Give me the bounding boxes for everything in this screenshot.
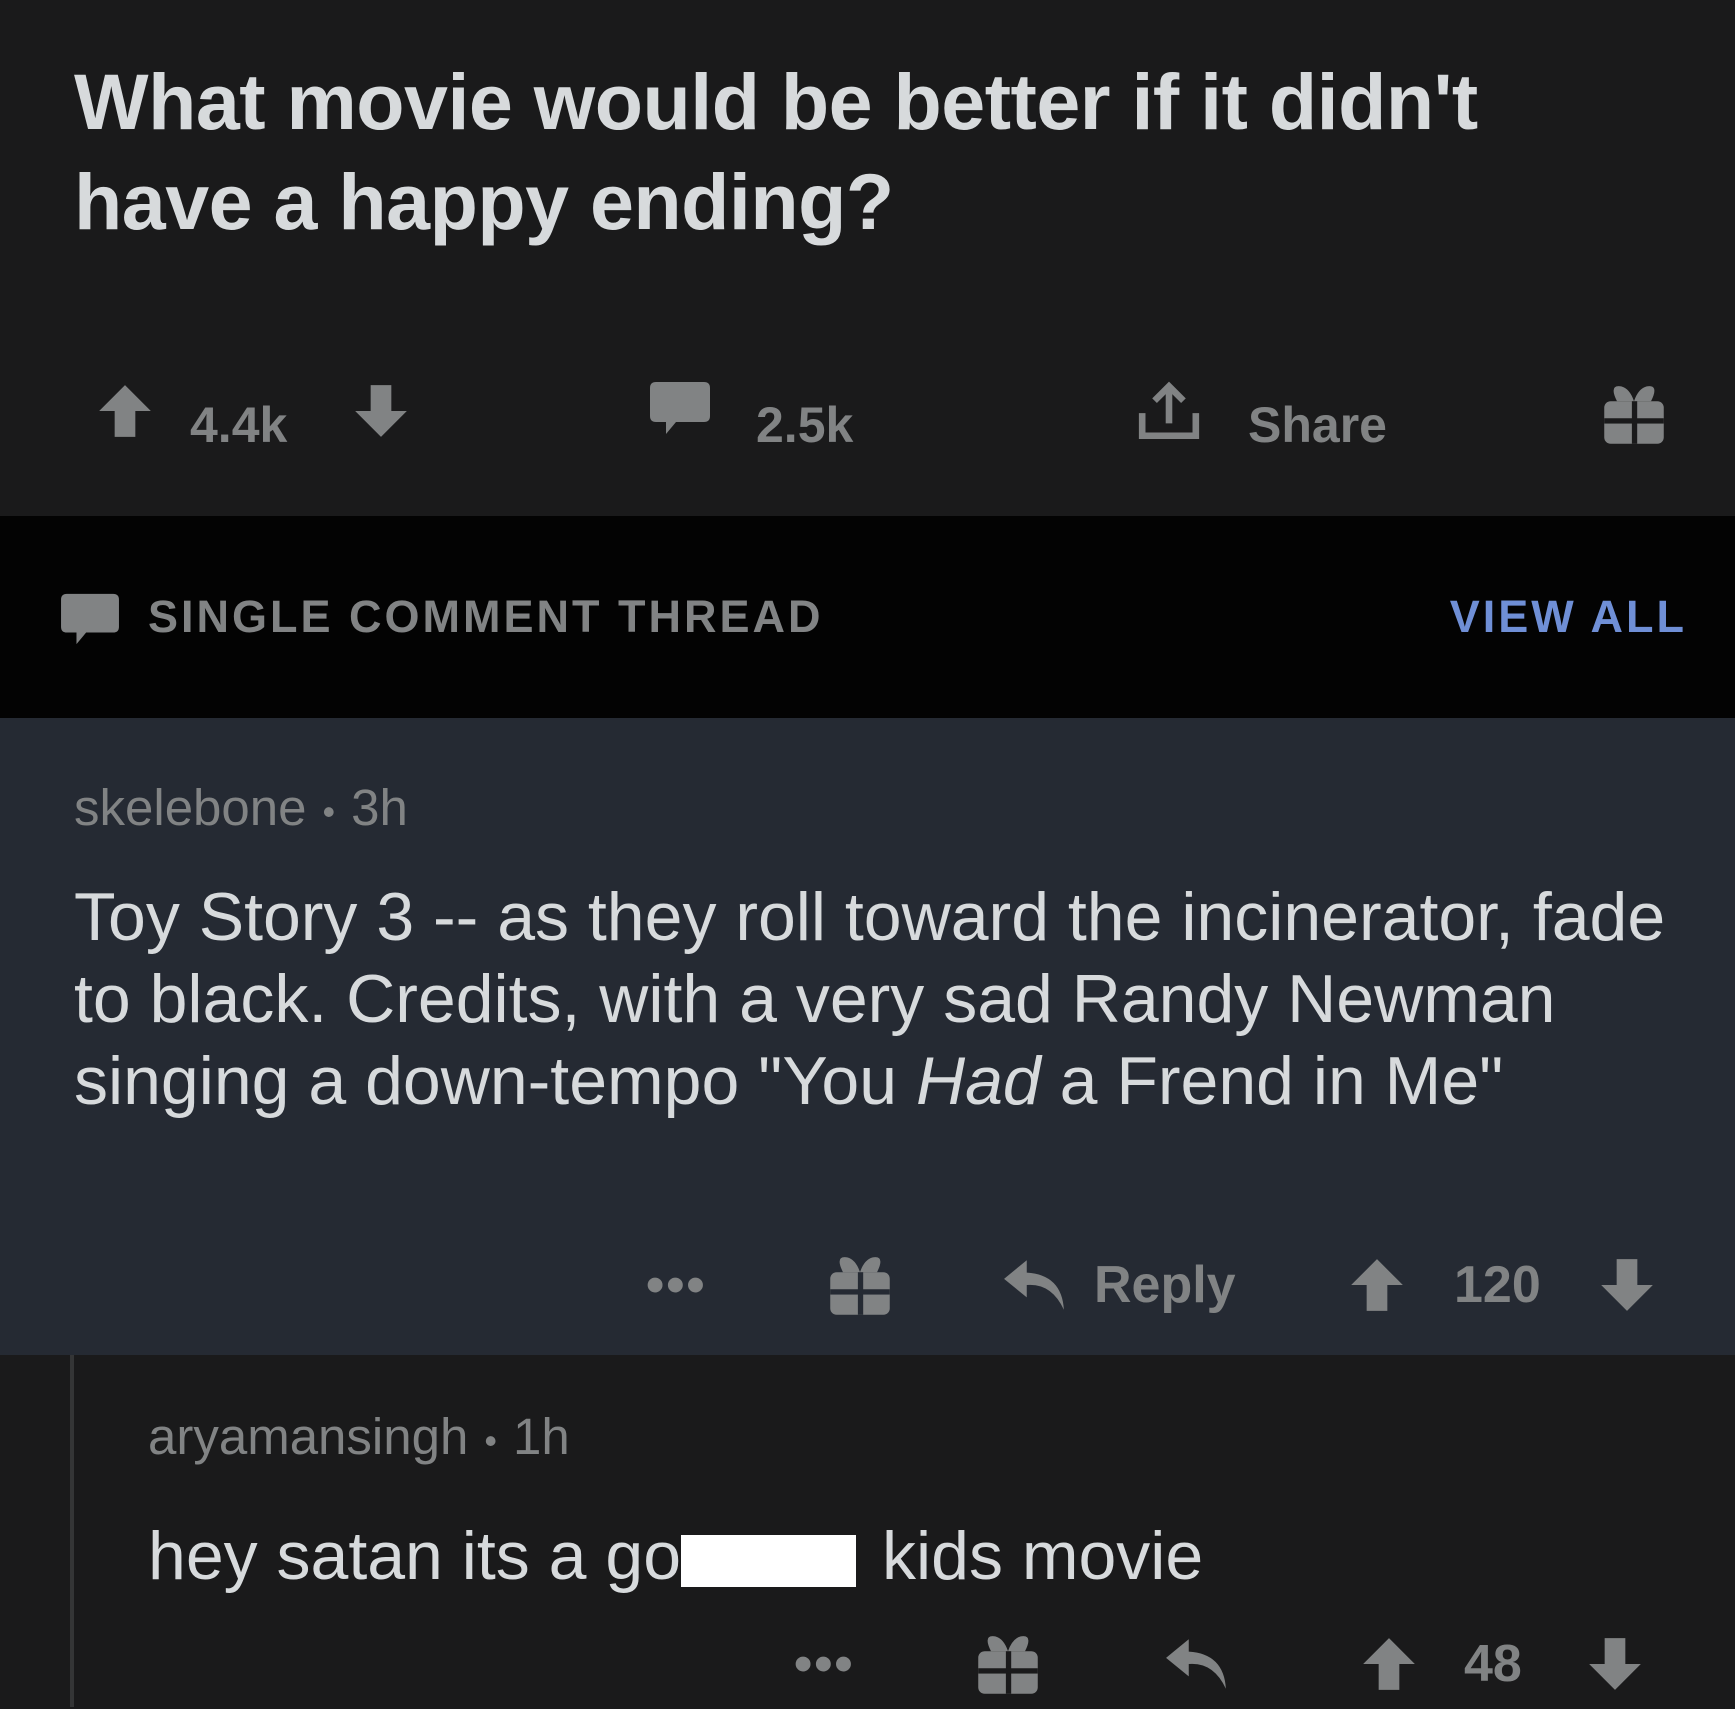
comment-age: 3h (351, 779, 408, 836)
comment-action-bar: ••• Reply 120 (0, 1240, 1735, 1330)
comment-action-bar: ••• 48 (0, 1619, 1735, 1709)
comment-body-emphasis: Had (915, 1043, 1041, 1119)
share-icon[interactable] (1136, 380, 1202, 470)
gift-icon[interactable] (974, 1619, 1042, 1709)
downvote-icon[interactable] (350, 380, 412, 470)
comment-body: hey satan its a go kids movie (148, 1515, 1708, 1597)
upvote-icon[interactable] (1358, 1619, 1420, 1709)
share-button[interactable]: Share (1248, 380, 1387, 470)
single-comment-thread-bar: SINGLE COMMENT THREAD VIEW ALL (0, 516, 1735, 718)
reply-button[interactable]: Reply (1094, 1240, 1236, 1330)
comment-age: 1h (512, 1408, 570, 1465)
upvote-icon[interactable] (94, 380, 156, 470)
downvote-icon[interactable] (1584, 1619, 1646, 1709)
post-title: What movie would be better if it didn't … (74, 57, 1478, 246)
reply-comment: aryamansingh • 1h hey satan its a go kids m… (0, 1355, 1735, 1707)
more-options-button[interactable]: ••• (794, 1619, 855, 1709)
speech-bubble-icon[interactable] (648, 380, 712, 470)
comment-score: 48 (1464, 1635, 1522, 1693)
meta-separator: • (484, 1419, 497, 1461)
thread-label: SINGLE COMMENT THREAD (148, 591, 824, 642)
reply-arrow-icon[interactable] (1164, 1619, 1230, 1709)
downvote-icon[interactable] (1596, 1240, 1658, 1330)
comment-body-text-end: a Frend in Me" (1040, 1043, 1504, 1119)
speech-bubble-icon (58, 592, 122, 648)
comment-body: Toy Story 3 -- as they roll toward the i… (74, 876, 1674, 1122)
comment-author[interactable]: skelebone (74, 779, 307, 836)
comment-meta: aryamansingh • 1h (148, 1407, 570, 1466)
post-vote-count: 4.4k (190, 397, 288, 453)
reply-arrow-icon[interactable] (1002, 1240, 1068, 1330)
highlighted-comment: skelebone • 3h Toy Story 3 -- as they roll… (0, 718, 1735, 1355)
post: What movie would be better if it didn't … (0, 0, 1735, 516)
post-action-bar: 4.4k 2.5k Share (0, 380, 1735, 470)
meta-separator: • (322, 790, 336, 832)
gift-icon[interactable] (826, 1240, 894, 1330)
gift-icon[interactable] (1600, 380, 1668, 470)
comment-score: 120 (1454, 1256, 1541, 1314)
more-options-button[interactable]: ••• (646, 1240, 707, 1330)
post-comment-count[interactable]: 2.5k (756, 380, 853, 470)
redaction-box (681, 1535, 857, 1587)
comment-body-text: hey satan its a go (148, 1518, 682, 1594)
view-all-link[interactable]: VIEW ALL (1450, 516, 1687, 718)
comment-meta: skelebone • 3h (74, 778, 408, 837)
upvote-icon[interactable] (1346, 1240, 1408, 1330)
comment-author[interactable]: aryamansingh (148, 1408, 468, 1465)
comment-body-text-end: kids movie (882, 1518, 1204, 1594)
